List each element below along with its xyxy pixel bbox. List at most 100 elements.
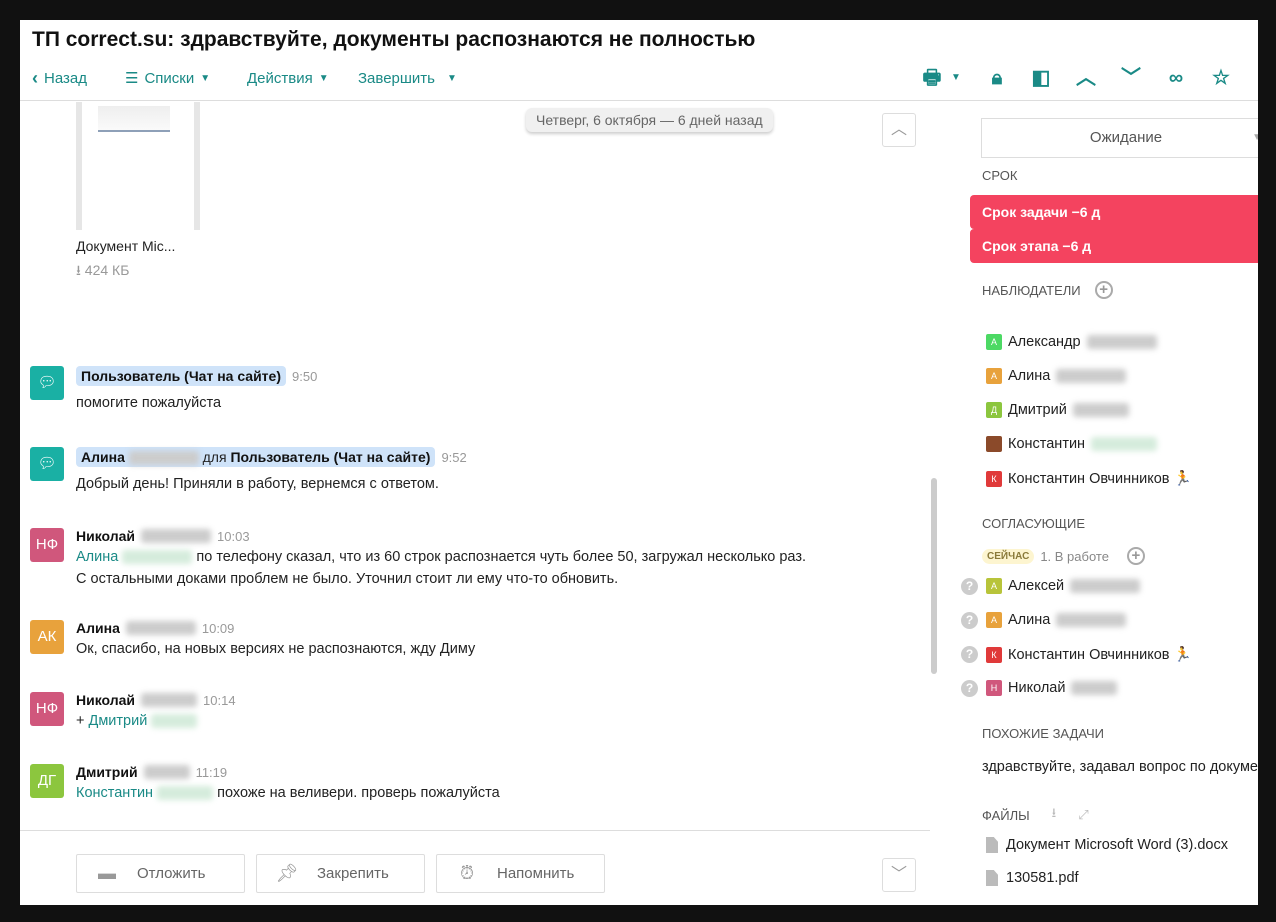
remind-button[interactable]: ⏰︎ Напомнить (436, 854, 605, 893)
watcher[interactable]: А Александр (986, 334, 1157, 350)
message-author[interactable]: Алина (81, 449, 125, 465)
message-author[interactable]: Алина (76, 620, 120, 636)
date-divider: Четверг, 6 октября — 6 дней назад (526, 108, 773, 132)
approver[interactable]: ? А Алина (961, 611, 1127, 629)
watcher-name: Константин Овчинников 🏃 (1008, 471, 1192, 487)
similar-tasks-label: ПОХОЖИЕ ЗАДАЧИ (982, 726, 1104, 741)
alarm-clock-icon: ⏰︎ (459, 863, 475, 883)
avatar: Н (986, 680, 1002, 696)
message-text: похоже на веливери. проверь пожалуйста (217, 785, 500, 801)
postpone-button[interactable]: ▬ Отложить (76, 854, 245, 893)
avatar: НФ (30, 692, 64, 726)
message-time: 9:50 (292, 368, 318, 384)
finish-dropdown[interactable]: Завершить ▼ (358, 68, 457, 88)
chevron-down-icon[interactable]: ﹀ (1119, 66, 1143, 90)
link-icon[interactable]: ∞ (1164, 66, 1188, 90)
message-author[interactable]: Николай (76, 528, 135, 544)
question-icon: ? (961, 646, 978, 663)
avatar: Д (986, 402, 1002, 418)
attachment-name[interactable]: Документ Mic... (76, 238, 175, 254)
print-options-chevron-icon[interactable]: ▼ (944, 66, 968, 90)
mention-link[interactable]: Алина (76, 549, 118, 565)
page-title: ТП correct.su: здравствуйте, документы р… (32, 28, 756, 51)
download-icon: ⭳ (76, 262, 81, 278)
attachment-thumbnail[interactable] (76, 102, 200, 230)
chevron-down-icon: ▼ (200, 72, 211, 84)
file-item[interactable]: Документ Microsoft Word (3).docx (986, 837, 1228, 853)
expand-icon[interactable]: ⤢ (1078, 807, 1088, 823)
task-due-badge[interactable]: Срок задачи −6 д (970, 195, 1258, 229)
question-icon: ? (961, 577, 978, 595)
mention-link[interactable]: Дмитрий (89, 713, 148, 729)
print-icon[interactable]: 🖶 (920, 66, 944, 90)
watcher[interactable]: Д Дмитрий (986, 402, 1129, 418)
list-icon: ☰ (125, 70, 139, 87)
chat-bubble-icon: 💬︎ (30, 366, 64, 400)
message-author[interactable]: Николай (76, 692, 135, 708)
question-icon: ? (961, 611, 978, 629)
message-time: 10:14 (203, 692, 236, 708)
mention-link[interactable]: Константин (76, 785, 153, 801)
chevron-down-icon: ▼ (318, 72, 329, 84)
avatar: А (986, 334, 1002, 350)
avatar: К (986, 470, 1002, 487)
approver[interactable]: ? Н Николай (961, 679, 1118, 697)
file-name: Документ Microsoft Word (3).docx (1006, 837, 1228, 853)
add-watcher-icon[interactable]: + (1094, 281, 1113, 299)
watcher-name: Александр (1008, 334, 1081, 350)
avatar: К (986, 646, 1002, 663)
similar-task-link[interactable]: здравствуйте, задавал вопрос по документ… (982, 759, 1258, 775)
message-author[interactable]: Дмитрий (76, 764, 138, 780)
message-text: С остальными доками проблем не было. Уто… (76, 571, 619, 587)
approver[interactable]: ? А Алексей (961, 577, 1141, 595)
added-prefix: + (76, 713, 85, 729)
watcher[interactable]: К Константин Овчинников 🏃 (986, 470, 1192, 487)
pin-button[interactable]: 📌︎ Закрепить (256, 854, 425, 893)
approver-name: Алина (1008, 612, 1051, 628)
avatar: АК (30, 620, 64, 654)
message-text: Ок, спасибо, на новых версиях не распозн… (76, 641, 476, 657)
file-item[interactable]: 130581.pdf (986, 870, 1079, 886)
avatar: ДГ (30, 764, 64, 798)
message-text: помогите пожалуйста (76, 395, 222, 411)
chevron-up-icon[interactable]: ︿ (1074, 66, 1098, 90)
scrollbar[interactable] (931, 478, 937, 674)
chevron-down-icon: ▼ (1252, 132, 1258, 143)
files-label: ФАЙЛЫ (982, 807, 1030, 823)
message-time: 10:03 (217, 528, 250, 544)
approvers-label: СОГЛАСУЮЩИЕ (982, 516, 1085, 531)
add-approver-icon[interactable]: + (1126, 547, 1145, 565)
back-button[interactable]: ‹ Назад (32, 68, 87, 88)
now-badge: СЕЙЧАС (982, 548, 1035, 564)
lists-dropdown[interactable]: ☰ Списки ▼ (125, 68, 210, 88)
actions-dropdown[interactable]: Действия ▼ (247, 68, 329, 88)
file-name: 130581.pdf (1006, 870, 1079, 886)
stage-label: 1. В работе (1040, 548, 1109, 564)
message-author[interactable]: Пользователь (Чат на сайте) (76, 366, 286, 386)
task-sidebar: Ожидание ▼ СРОК Срок задачи −6 д Срок эта… (961, 100, 1258, 905)
for-label: для (202, 449, 227, 465)
file-icon (986, 870, 998, 886)
scroll-down-button[interactable]: ﹀ (882, 858, 916, 892)
task-window: ТП correct.su: здравствуйте, документы р… (20, 20, 1258, 905)
split-view-icon[interactable]: ◧ (1029, 66, 1053, 90)
message-recipient[interactable]: Пользователь (Чат на сайте) (230, 449, 430, 465)
message-text: Добрый день! Приняли в работу, вернемся … (76, 476, 439, 492)
watchers-label: НАБЛЮДАТЕЛИ (982, 282, 1081, 298)
stage-due-badge[interactable]: Срок этапа −6 д (970, 229, 1258, 263)
message-time: 9:52 (441, 449, 467, 465)
watcher[interactable]: Константин (986, 436, 1158, 452)
deadline-label: СРОК (982, 168, 1018, 183)
message-time: 10:09 (201, 620, 235, 636)
message-text: по телефону сказал, что из 60 строк расп… (196, 549, 807, 565)
scroll-up-button[interactable]: ︿ (882, 113, 916, 147)
status-select[interactable]: Ожидание ▼ (981, 118, 1258, 158)
approver[interactable]: ? К Константин Овчинников 🏃 (961, 646, 1192, 663)
lock-icon[interactable]: 🔒︎ (985, 66, 1009, 90)
download-all-icon[interactable]: ⭳ (1052, 804, 1057, 826)
attachment-size[interactable]: ⭳ 424 КБ (76, 260, 129, 284)
approver-name: Алексей (1008, 578, 1065, 594)
star-icon[interactable]: ☆ (1209, 66, 1233, 90)
avatar: А (986, 612, 1002, 628)
watcher[interactable]: А Алина (986, 368, 1127, 384)
